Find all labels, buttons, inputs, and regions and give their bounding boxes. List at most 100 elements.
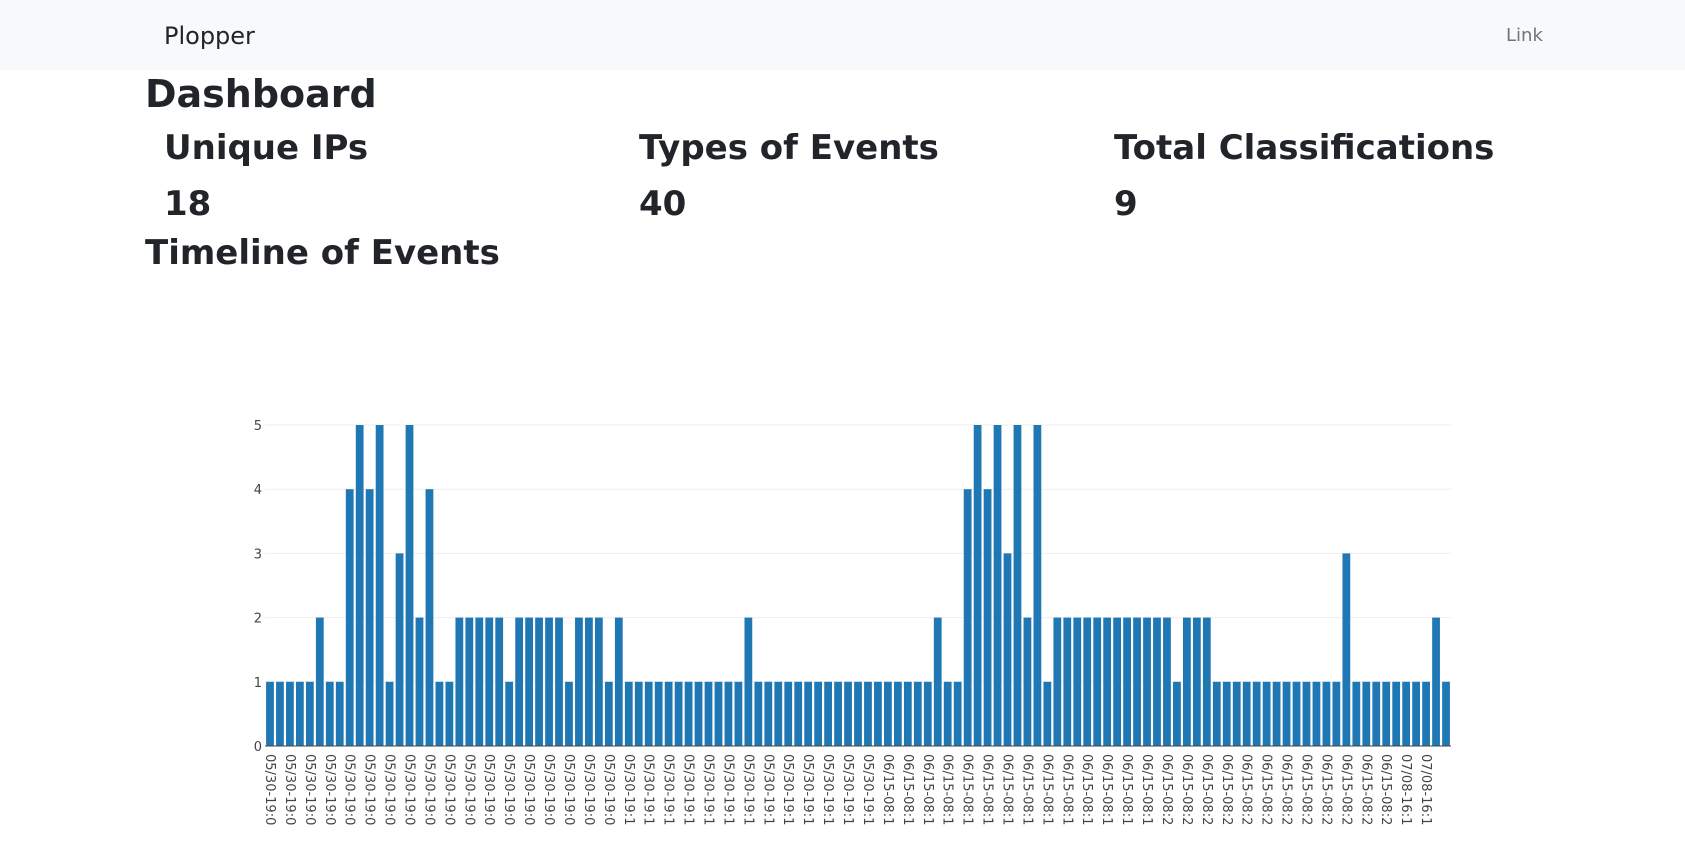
bar	[664, 681, 673, 746]
x-tick-label: 05/30-19:1	[780, 754, 795, 825]
bar	[445, 681, 454, 746]
bar	[893, 681, 902, 746]
bar	[834, 681, 842, 746]
bar	[475, 617, 484, 746]
bar	[1033, 425, 1042, 746]
bar	[1113, 617, 1122, 746]
bar	[1412, 681, 1421, 746]
x-tick-label: 05/30-19:0	[601, 754, 616, 825]
bar	[814, 681, 823, 746]
bar	[365, 489, 374, 746]
x-tick-label: 06/15-08:2	[1279, 754, 1294, 825]
x-tick-label: 06/15-08:2	[1318, 754, 1333, 825]
bar	[276, 681, 284, 746]
bar	[455, 617, 464, 746]
x-tick-label: 05/30-19:0	[382, 754, 397, 825]
bar	[864, 681, 872, 746]
x-tick-label: 05/30-19:0	[501, 754, 516, 825]
bar	[804, 681, 813, 746]
x-tick-label: 05/30-19:0	[441, 754, 456, 825]
bar	[1043, 681, 1052, 746]
x-tick-label: 05/30-19:0	[541, 754, 556, 825]
bar	[1063, 617, 1072, 746]
x-tick-label: 05/30-19:1	[800, 754, 815, 825]
bar	[903, 681, 912, 746]
bar	[1013, 425, 1022, 746]
bar	[266, 681, 274, 746]
x-tick-label: 05/30-19:0	[481, 754, 496, 825]
bar	[525, 617, 533, 746]
bar	[684, 681, 693, 746]
bar	[1292, 681, 1301, 746]
bar	[1232, 681, 1241, 746]
x-tick-label: 05/30-19:1	[820, 754, 835, 825]
bar	[345, 489, 354, 746]
bar	[943, 681, 952, 746]
x-tick-label: 06/15-08:1	[1039, 754, 1054, 825]
bar	[654, 681, 663, 746]
bar	[644, 681, 653, 746]
y-tick-label: 5	[254, 419, 262, 434]
bar	[385, 681, 394, 746]
bar	[674, 681, 683, 746]
bar	[854, 681, 862, 746]
x-tick-label: 06/15-08:2	[1358, 754, 1373, 825]
bar	[1023, 617, 1032, 746]
x-tick-label: 06/15-08:1	[920, 754, 935, 825]
bar	[1083, 617, 1092, 746]
bar	[724, 681, 733, 746]
bar	[1123, 617, 1131, 746]
bar	[1212, 681, 1221, 746]
bar	[754, 681, 763, 746]
bar	[1332, 681, 1341, 746]
bar	[1362, 681, 1371, 746]
bar	[485, 617, 494, 746]
bar	[286, 681, 294, 746]
bar	[744, 617, 753, 746]
x-tick-label: 06/15-08:2	[1378, 754, 1393, 825]
bar	[1312, 681, 1321, 746]
bar	[794, 681, 803, 746]
y-tick-label: 1	[254, 676, 262, 691]
bar	[415, 617, 424, 746]
bar	[515, 617, 524, 746]
bar	[425, 489, 434, 746]
x-tick-label: 05/30-19:0	[282, 754, 297, 825]
bar	[315, 617, 324, 746]
x-tick-label: 06/15-08:2	[1259, 754, 1274, 825]
bar	[1252, 681, 1261, 746]
x-tick-label: 05/30-19:0	[302, 754, 317, 825]
bar	[565, 681, 573, 746]
bar	[585, 617, 593, 746]
x-tick-label: 06/15-08:1	[880, 754, 895, 825]
x-tick-label: 06/15-08:2	[1298, 754, 1313, 825]
bar	[1222, 681, 1231, 746]
bar	[704, 681, 713, 746]
bar	[764, 681, 773, 746]
bar	[1282, 681, 1291, 746]
x-tick-label: 05/30-19:0	[421, 754, 436, 825]
x-tick-label: 06/15-08:1	[1119, 754, 1134, 825]
y-tick-label: 2	[254, 612, 262, 627]
bar	[545, 617, 553, 746]
x-tick-label: 07/08-16:1	[1418, 754, 1433, 825]
bar	[1392, 681, 1401, 746]
bar	[1103, 617, 1112, 746]
bar	[555, 617, 563, 746]
x-tick-label: 05/30-19:0	[342, 754, 357, 825]
bar	[1202, 617, 1211, 746]
bar	[535, 617, 543, 746]
bar	[1352, 681, 1361, 746]
bar	[375, 425, 384, 746]
bar	[1153, 617, 1161, 746]
bar	[395, 553, 404, 746]
x-tick-label: 07/08-16:1	[1398, 754, 1413, 825]
bar	[1093, 617, 1102, 746]
x-tick-label: 06/15-08:1	[980, 754, 995, 825]
bar	[355, 425, 364, 746]
x-tick-label: 05/30-19:1	[621, 754, 636, 825]
bar	[1322, 681, 1331, 746]
x-tick-label: 05/30-19:1	[860, 754, 875, 825]
bar	[325, 681, 334, 746]
x-tick-label: 05/30-19:1	[701, 754, 716, 825]
